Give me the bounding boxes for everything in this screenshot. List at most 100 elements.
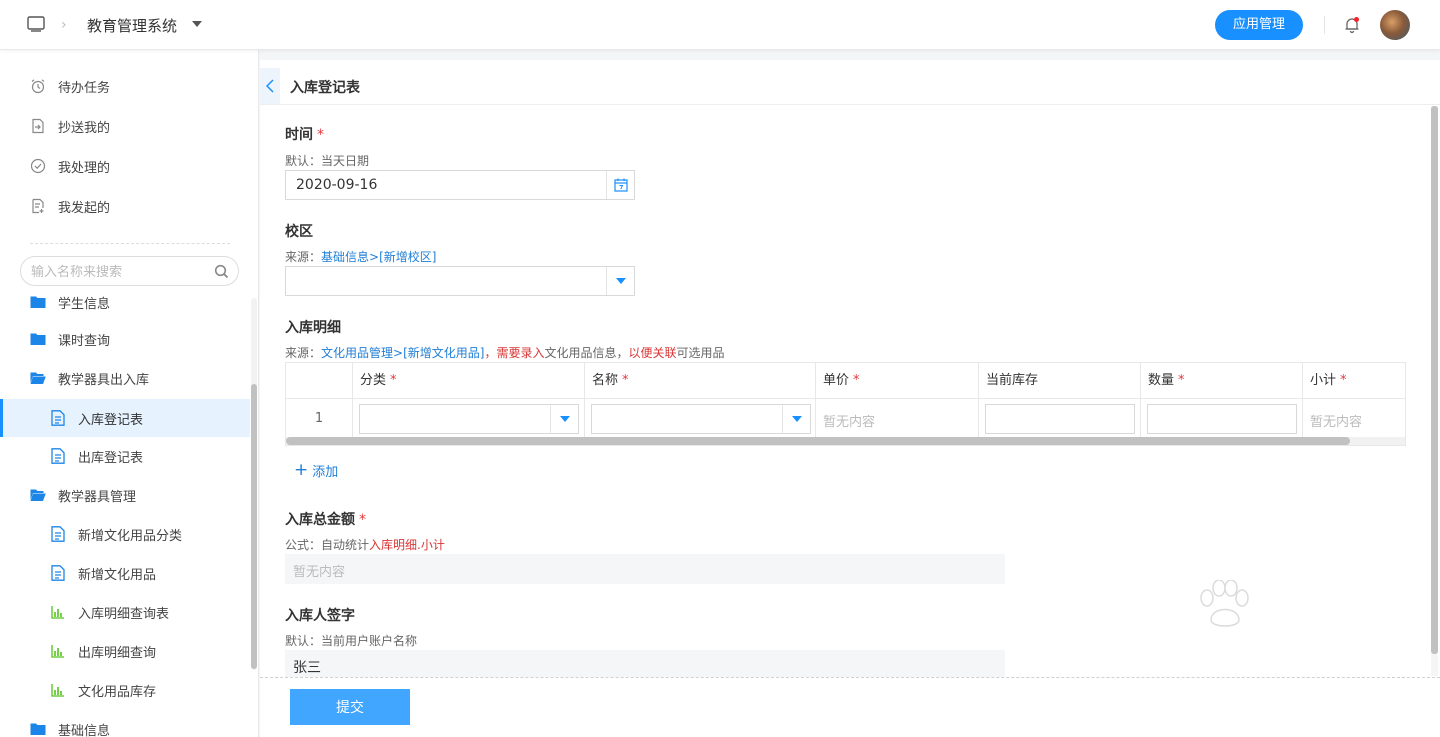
sidebar-item-outbound-report[interactable]: 出库明细查询	[0, 633, 250, 669]
folder-icon	[30, 331, 46, 347]
bell-icon[interactable]	[1343, 16, 1361, 34]
table-header-category: 分类 *	[353, 363, 585, 399]
sidebar: 待办任务 抄送我的 我处理的 我发起的 学生信息 课时查询 教学器具出入库 入库…	[0, 50, 259, 737]
bar-chart-icon	[50, 682, 66, 698]
dropdown-arrow-icon[interactable]	[606, 267, 634, 295]
sidebar-divider	[30, 243, 230, 244]
app-title[interactable]: 教育管理系统	[87, 15, 177, 36]
hint-text: 可选用品	[676, 346, 725, 360]
main-scrollbar[interactable]	[1431, 106, 1438, 676]
details-source-link[interactable]: 文化用品管理>[新增文化用品]	[321, 346, 484, 360]
scrollbar-thumb[interactable]	[286, 437, 1350, 445]
campus-source-link[interactable]: 基础信息>[新增校区]	[321, 250, 436, 264]
sidebar-item-initiated[interactable]: 我发起的	[0, 188, 250, 224]
scrollbar-thumb[interactable]	[1431, 106, 1438, 654]
collapse-button[interactable]	[260, 68, 280, 104]
app-management-button[interactable]: 应用管理	[1215, 10, 1303, 40]
avatar[interactable]	[1380, 10, 1410, 40]
table-header-quantity: 数量 *	[1141, 363, 1303, 399]
sidebar-item-add-category[interactable]: 新增文化用品分类	[0, 516, 250, 552]
sidebar-search[interactable]	[20, 256, 239, 286]
date-input[interactable]: 2020-09-16	[285, 170, 635, 200]
search-input[interactable]	[31, 263, 201, 281]
bar-chart-icon	[50, 643, 66, 659]
formula-ref: 入库明细.小计	[369, 538, 445, 552]
main-panel: 入库登记表 时间 * 默认：当天日期 2020-09-16 校区 来源：基础信息>…	[260, 60, 1440, 737]
sidebar-item-inbound-form[interactable]: 入库登记表	[0, 399, 250, 437]
panel-header: 入库登记表	[260, 60, 1440, 105]
total-label: 入库总金额 *	[285, 509, 366, 529]
sidebar-item-label: 新增文化用品	[78, 567, 157, 583]
sidebar-item-cc-me[interactable]: 抄送我的	[0, 108, 250, 144]
submit-button[interactable]: 提交	[290, 689, 410, 725]
sidebar-item-student-info[interactable]: 学生信息	[0, 284, 250, 320]
sidebar-item-handled[interactable]: 我处理的	[0, 148, 250, 184]
sidebar-item-label: 抄送我的	[58, 120, 111, 136]
add-row-button[interactable]: + 添加	[294, 461, 339, 481]
signer-hint: 默认：当前用户账户名称	[285, 634, 418, 648]
add-label: 添加	[312, 465, 339, 480]
divider	[1324, 16, 1325, 34]
table-header-name: 名称 *	[585, 363, 816, 399]
top-bar: › 教育管理系统 应用管理	[0, 0, 1440, 50]
quantity-input[interactable]	[1147, 404, 1297, 434]
sidebar-scrollbar[interactable]	[251, 298, 257, 670]
chevron-left-icon	[266, 79, 274, 93]
scrollbar-thumb[interactable]	[251, 384, 257, 669]
sidebar-item-add-supplies[interactable]: 新增文化用品	[0, 555, 250, 591]
time-label: 时间 *	[285, 124, 324, 144]
column-label: 当前库存	[986, 373, 1039, 388]
sidebar-item-label: 新增文化用品分类	[78, 528, 183, 544]
required-mark: *	[1178, 373, 1185, 388]
sidebar-item-inbound-report[interactable]: 入库明细查询表	[0, 594, 250, 630]
current-stock-input[interactable]	[985, 404, 1135, 434]
empty-placeholder: 暂无内容	[1310, 415, 1363, 430]
folder-icon	[30, 721, 46, 737]
caret-down-icon[interactable]	[192, 21, 202, 27]
empty-placeholder: 暂无内容	[823, 415, 876, 430]
calendar-icon[interactable]	[606, 171, 634, 199]
search-icon[interactable]	[214, 264, 229, 279]
total-hint: 公式：自动统计入库明细.小计	[285, 536, 445, 553]
form-doc-icon	[50, 526, 66, 542]
sidebar-item-label: 出库登记表	[78, 450, 144, 466]
sidebar-item-equipment-io[interactable]: 教学器具出入库	[0, 360, 250, 396]
sidebar-item-todo[interactable]: 待办任务	[0, 68, 250, 104]
subtotal-cell: 暂无内容	[1303, 399, 1405, 439]
dropdown-arrow-icon[interactable]	[550, 405, 578, 433]
sidebar-item-lesson-query[interactable]: 课时查询	[0, 321, 250, 357]
table-scrollbar[interactable]	[286, 437, 1405, 445]
row-index: 1	[314, 411, 324, 426]
quantity-cell	[1141, 399, 1303, 439]
sidebar-item-label: 课时查询	[58, 333, 111, 349]
campus-hint: 来源：基础信息>[新增校区]	[285, 248, 436, 265]
campus-label: 校区	[285, 224, 313, 240]
category-select[interactable]	[359, 404, 579, 434]
signer-value: 张三	[293, 660, 321, 676]
sidebar-item-basic-info[interactable]: 基础信息	[0, 711, 250, 737]
label-text: 入库总金额	[285, 512, 355, 528]
name-select[interactable]	[591, 404, 811, 434]
total-value: 暂无内容	[293, 565, 346, 580]
required-mark: *	[390, 373, 397, 388]
sidebar-item-label: 我发起的	[58, 200, 111, 216]
send-doc-icon	[30, 118, 46, 134]
sidebar-item-label: 入库明细查询表	[78, 606, 170, 622]
hint-warning: 以便关联	[628, 346, 677, 360]
hint-text: 文化用品信息，	[544, 346, 629, 360]
sidebar-item-inventory-report[interactable]: 文化用品库存	[0, 672, 250, 708]
sidebar-item-equipment-mgmt[interactable]: 教学器具管理	[0, 477, 250, 513]
hint-prefix: 来源：	[285, 346, 322, 360]
form-footer: 提交	[260, 677, 1440, 737]
column-label: 单价	[823, 373, 850, 388]
sidebar-item-label: 入库登记表	[78, 412, 144, 428]
window-icon[interactable]	[27, 16, 45, 32]
dropdown-arrow-icon[interactable]	[782, 405, 810, 433]
folder-icon	[30, 294, 46, 310]
chevron-right-icon: ›	[61, 17, 67, 33]
sidebar-item-outbound-form[interactable]: 出库登记表	[0, 438, 250, 474]
campus-select[interactable]	[285, 266, 635, 296]
details-hint: 来源：文化用品管理>[新增文化用品]，需要录入文化用品信息，以便关联可选用品	[285, 344, 725, 361]
sidebar-item-label: 教学器具管理	[58, 489, 137, 505]
required-mark: *	[853, 373, 860, 388]
